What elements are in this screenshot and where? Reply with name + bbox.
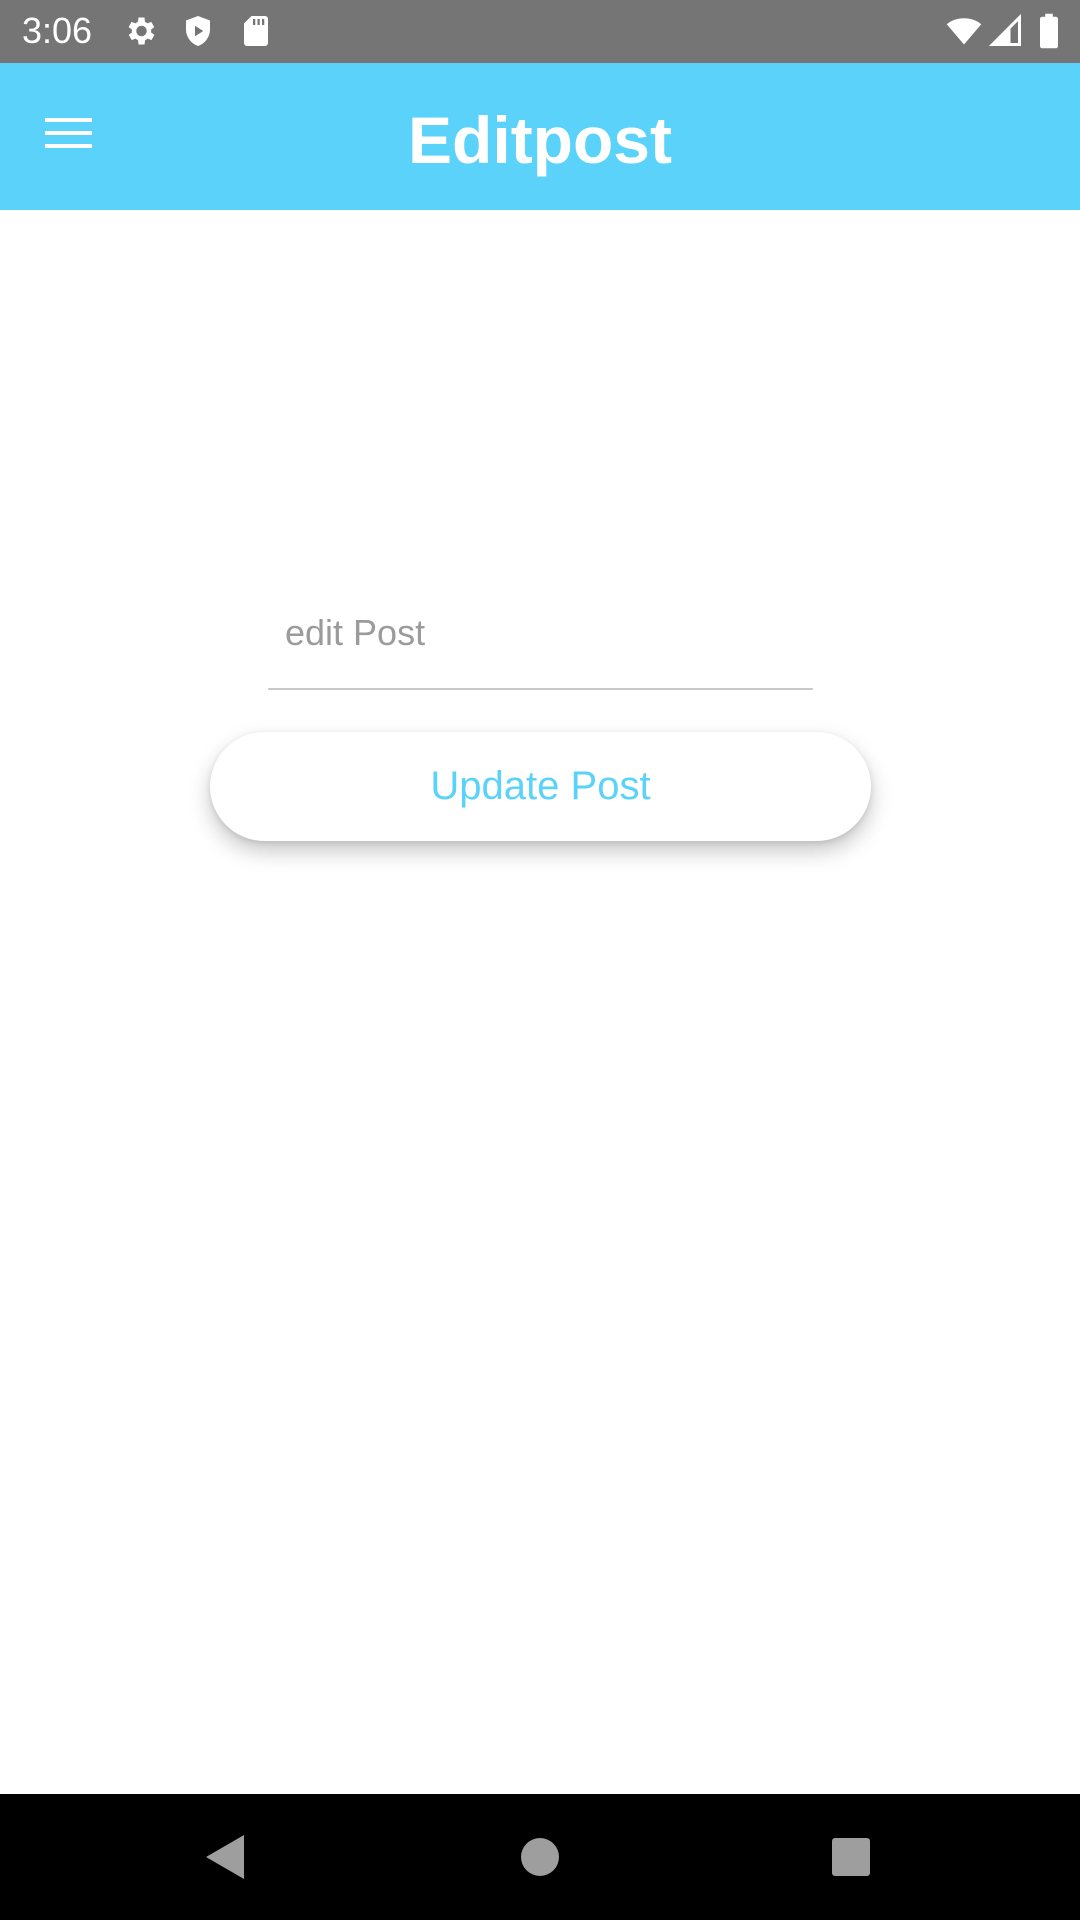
settings-icon [122,13,158,49]
battery-icon [1034,13,1064,49]
navigation-bar [0,1794,1080,1920]
recents-icon [832,1838,870,1876]
status-bar: 3:06 [0,0,1080,63]
shield-icon [180,13,216,49]
cell-signal-icon [988,13,1024,49]
status-time: 3:06 [22,10,93,51]
recents-button[interactable] [821,1827,881,1887]
back-button[interactable] [196,1827,256,1887]
app-bar: Editpost [0,63,1080,210]
sd-card-icon [238,13,274,49]
home-icon [521,1838,559,1876]
home-button[interactable] [510,1827,570,1887]
edit-post-field [268,578,813,690]
update-post-button[interactable]: Update Post [210,732,871,841]
edit-post-input[interactable] [268,578,813,688]
edit-post-screen: 3:06 Editpost edit Post Update Post [0,0,1080,1920]
wifi-icon [944,13,984,49]
back-icon [206,1835,244,1879]
page-title: Editpost [408,103,672,177]
input-underline [268,688,813,690]
